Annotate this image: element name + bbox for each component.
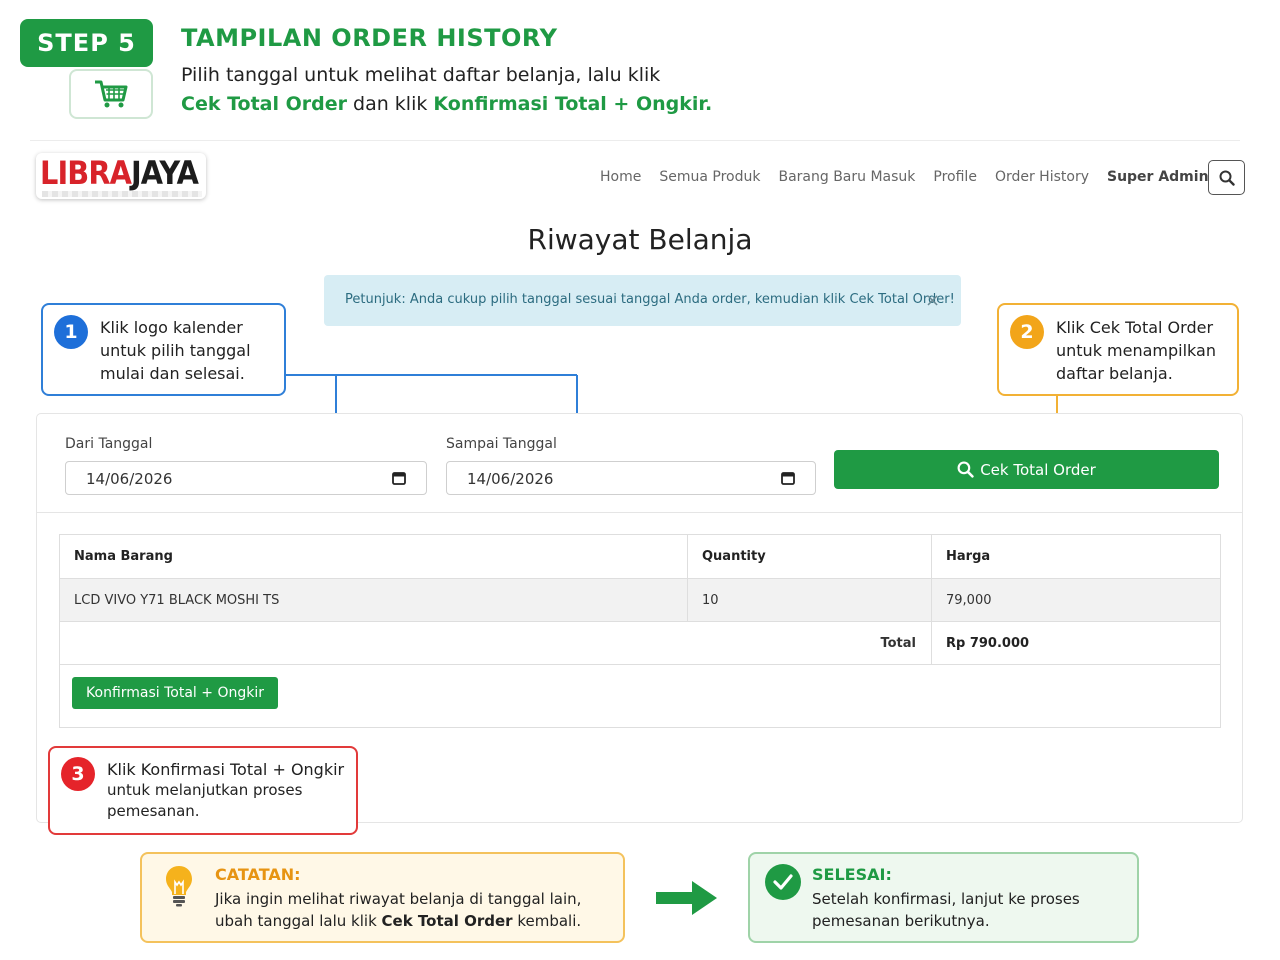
callout-number-3: 3 (61, 757, 95, 791)
calendar-icon[interactable] (392, 471, 406, 485)
callout2-line2: untuk menampilkan (1056, 341, 1216, 360)
to-date-input[interactable]: 14/06/2026 (446, 461, 816, 495)
callout-step-1: 1 Klik logo kalender untuk pilih tanggal… (41, 303, 286, 396)
to-date-label: Sampai Tanggal (446, 436, 557, 452)
catatan-line2-post: kembali. (512, 912, 582, 930)
card-divider (37, 512, 1242, 513)
table-header-row: Nama Barang Quantity Harga (60, 535, 1220, 578)
catatan-line1: Jika ingin melihat riwayat belanja di ta… (215, 890, 582, 908)
callout2-line3: daftar belanja. (1056, 364, 1173, 383)
order-table: Nama Barang Quantity Harga LCD VIVO Y71 … (59, 534, 1221, 728)
header-nama-barang: Nama Barang (74, 549, 173, 564)
cell-quantity: 10 (702, 593, 719, 608)
table-total-row: Total Rp 790.000 (60, 621, 1220, 664)
catatan-line2-pre: ubah tanggal lalu klik (215, 912, 382, 930)
catatan-line2-bold: Cek Total Order (381, 912, 513, 930)
selesai-note: SELESAI: Setelah konfirmasi, lanjut ke p… (748, 852, 1139, 943)
header-quantity: Quantity (702, 549, 766, 564)
calendar-icon[interactable] (781, 471, 795, 485)
callout2-line1: Klik Cek Total Order (1056, 318, 1214, 337)
callout3-line1: Klik Konfirmasi Total + Ongkir (107, 760, 345, 779)
cek-total-order-button[interactable]: Cek Total Order (834, 450, 1219, 489)
cell-harga: 79,000 (946, 593, 992, 608)
konfirmasi-total-ongkir-button[interactable]: Konfirmasi Total + Ongkir (72, 677, 278, 709)
to-date-value: 14/06/2026 (467, 470, 554, 488)
header-harga: Harga (946, 549, 991, 564)
cell-nama-barang: LCD VIVO Y71 BLACK MOSHI TS (74, 593, 280, 608)
from-date-value: 14/06/2026 (86, 470, 173, 488)
callout-number-1: 1 (54, 315, 88, 349)
callout3-line3: pemesanan. (107, 802, 200, 820)
from-date-input[interactable]: 14/06/2026 (65, 461, 427, 495)
selesai-line1: Setelah konfirmasi, lanjut ke proses (812, 890, 1080, 908)
from-date-label: Dari Tanggal (65, 436, 153, 452)
callout1-line1: Klik logo kalender (100, 318, 243, 337)
total-label: Total (880, 636, 916, 651)
lightbulb-icon (166, 866, 192, 907)
table-action-row: Konfirmasi Total + Ongkir (60, 664, 1220, 727)
selesai-title: SELESAI: (812, 865, 892, 884)
table-row: LCD VIVO Y71 BLACK MOSHI TS 10 79,000 (60, 578, 1220, 621)
total-value: Rp 790.000 (946, 636, 1030, 651)
selesai-line2: pemesanan berikutnya. (812, 912, 990, 930)
callout3-line2: untuk melanjutkan proses (107, 781, 303, 799)
callout1-line2: untuk pilih tanggal (100, 341, 251, 360)
cek-total-order-label: Cek Total Order (980, 460, 1096, 479)
catatan-note: CATATAN: Jika ingin melihat riwayat bela… (140, 852, 625, 943)
callout-number-2: 2 (1010, 315, 1044, 349)
arrow-right-icon (656, 881, 717, 915)
check-icon (765, 864, 801, 900)
callout-step-2: 2 Klik Cek Total Order untuk menampilkan… (997, 303, 1239, 396)
search-icon (957, 461, 974, 478)
callout1-line3: mulai dan selesai. (100, 364, 245, 383)
catatan-title: CATATAN: (215, 865, 301, 884)
callout-step-3: 3 Klik Konfirmasi Total + Ongkir untuk m… (48, 746, 358, 835)
